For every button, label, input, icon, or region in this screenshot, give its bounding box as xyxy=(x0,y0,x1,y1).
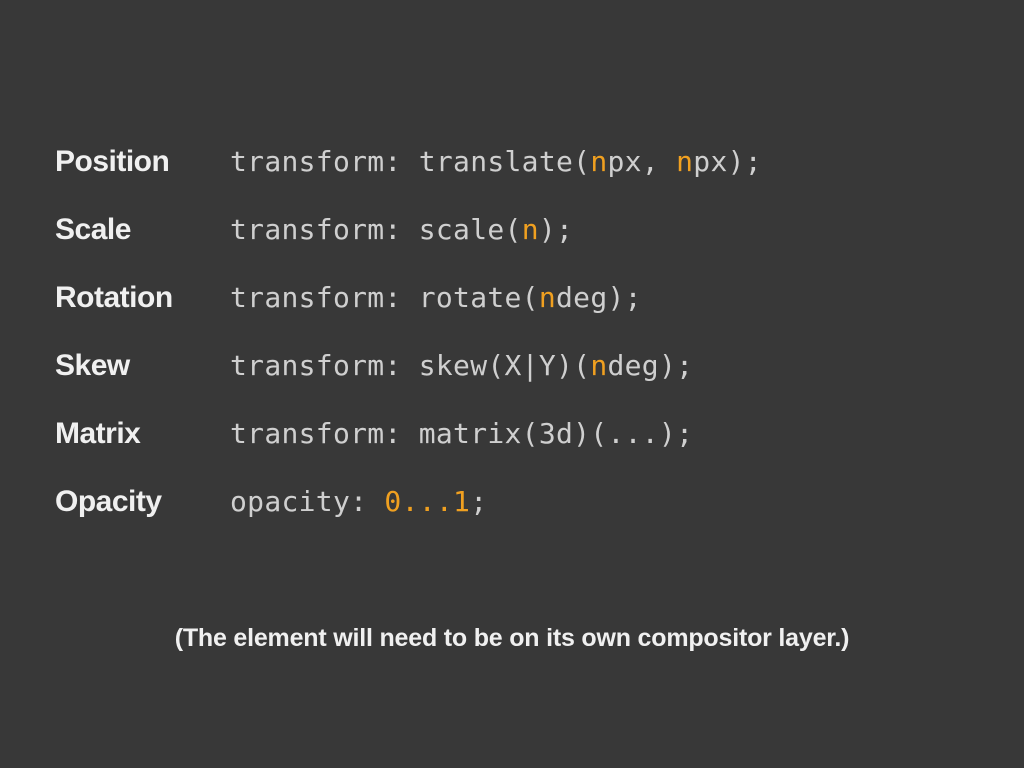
code-variable: 0...1 xyxy=(384,485,470,518)
property-row: Opacityopacity: 0...1; xyxy=(55,485,984,519)
properties-list: Positiontransform: translate(npx, npx);S… xyxy=(55,145,984,553)
code-text: transform: rotate( xyxy=(230,281,539,314)
footnote-text: (The element will need to be on its own … xyxy=(0,624,1024,653)
property-code: transform: translate(npx, npx); xyxy=(230,145,762,178)
code-variable: n xyxy=(590,349,607,382)
property-code: transform: skew(X|Y)(ndeg); xyxy=(230,349,693,382)
property-row: Matrixtransform: matrix(3d)(...); xyxy=(55,417,984,451)
code-text: px, xyxy=(607,145,676,178)
code-text: deg); xyxy=(556,281,642,314)
code-text: ); xyxy=(539,213,573,246)
property-row: Rotationtransform: rotate(ndeg); xyxy=(55,281,984,315)
code-text: transform: translate( xyxy=(230,145,590,178)
code-text: transform: matrix(3d)(...); xyxy=(230,417,693,450)
code-text: px); xyxy=(693,145,762,178)
property-code: transform: scale(n); xyxy=(230,213,573,246)
code-text: transform: scale( xyxy=(230,213,522,246)
property-code: opacity: 0...1; xyxy=(230,485,487,518)
property-label: Matrix xyxy=(55,417,230,451)
property-label: Skew xyxy=(55,349,230,383)
code-variable: n xyxy=(676,145,693,178)
property-label: Opacity xyxy=(55,485,230,519)
property-label: Rotation xyxy=(55,281,230,315)
code-variable: n xyxy=(539,281,556,314)
property-label: Position xyxy=(55,145,230,179)
code-text: ; xyxy=(470,485,487,518)
code-text: opacity: xyxy=(230,485,384,518)
code-text: deg); xyxy=(607,349,693,382)
property-code: transform: matrix(3d)(...); xyxy=(230,417,693,450)
property-row: Positiontransform: translate(npx, npx); xyxy=(55,145,984,179)
property-row: Skewtransform: skew(X|Y)(ndeg); xyxy=(55,349,984,383)
property-label: Scale xyxy=(55,213,230,247)
property-code: transform: rotate(ndeg); xyxy=(230,281,642,314)
code-text: transform: skew(X|Y)( xyxy=(230,349,590,382)
property-row: Scaletransform: scale(n); xyxy=(55,213,984,247)
code-variable: n xyxy=(522,213,539,246)
code-variable: n xyxy=(590,145,607,178)
